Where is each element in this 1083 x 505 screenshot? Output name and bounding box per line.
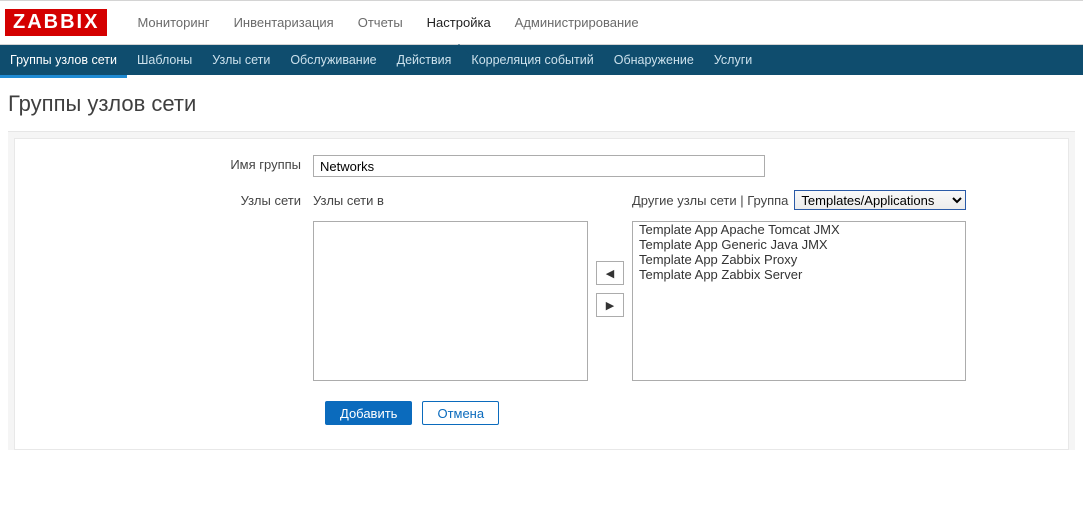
listbox-left[interactable] — [313, 221, 588, 381]
arrow-right-icon: ▶ — [606, 299, 614, 312]
input-group-name[interactable] — [313, 155, 765, 177]
list-item[interactable]: Template App Generic Java JMX — [633, 237, 965, 252]
left-header: Узлы сети в — [313, 191, 588, 209]
label-nodes: Узлы сети — [33, 191, 313, 381]
submenu-templates[interactable]: Шаблоны — [127, 45, 202, 75]
topmenu-reports[interactable]: Отчеты — [346, 1, 415, 44]
arrow-right-button[interactable]: ▶ — [596, 293, 624, 317]
submenu-maintenance[interactable]: Обслуживание — [280, 45, 386, 75]
sub-menu: Группы узлов сети Шаблоны Узлы сети Обсл… — [0, 45, 1083, 75]
page-title: Группы узлов сети — [0, 75, 1083, 131]
listbox-right[interactable]: Template App Apache Tomcat JMX Template … — [632, 221, 966, 381]
label-group-name: Имя группы — [33, 155, 313, 177]
cancel-button[interactable]: Отмена — [422, 401, 499, 425]
logo: ZABBIX — [5, 9, 107, 36]
topmenu-inventory[interactable]: Инвентаризация — [222, 1, 346, 44]
right-header: Другие узлы сети | Группа Templates/Appl… — [632, 191, 966, 209]
col-right: Другие узлы сети | Группа Templates/Appl… — [632, 191, 966, 381]
content-wrap: Имя группы Узлы сети Узлы сети в ◀ — [8, 131, 1075, 450]
list-item[interactable]: Template App Zabbix Server — [633, 267, 965, 282]
list-item[interactable]: Template App Zabbix Proxy — [633, 252, 965, 267]
submenu-discovery[interactable]: Обнаружение — [604, 45, 704, 75]
right-header-prefix: Другие узлы сети | Группа — [632, 193, 788, 208]
arrow-left-button[interactable]: ◀ — [596, 261, 624, 285]
add-button[interactable]: Добавить — [325, 401, 412, 425]
content-panel: Имя группы Узлы сети Узлы сети в ◀ — [14, 138, 1069, 450]
topbar: ZABBIX Мониторинг Инвентаризация Отчеты … — [0, 0, 1083, 45]
submenu-hosts[interactable]: Узлы сети — [202, 45, 280, 75]
submenu-correlation[interactable]: Корреляция событий — [461, 45, 603, 75]
row-group-name: Имя группы — [33, 155, 1050, 177]
nodes-layout: Узлы сети в ◀ ▶ Другие узлы сети | — [313, 191, 1050, 381]
submenu-hostgroups[interactable]: Группы узлов сети — [0, 45, 127, 78]
col-arrows: ◀ ▶ — [588, 191, 632, 325]
row-nodes: Узлы сети Узлы сети в ◀ ▶ — [33, 191, 1050, 381]
topmenu-monitoring[interactable]: Мониторинг — [125, 1, 221, 44]
arrow-left-icon: ◀ — [606, 267, 614, 280]
topmenu-configuration[interactable]: Настройка — [415, 1, 503, 44]
topmenu-administration[interactable]: Администрирование — [503, 1, 651, 44]
buttons-row: Добавить Отмена — [325, 401, 1050, 425]
col-left: Узлы сети в — [313, 191, 588, 381]
list-item[interactable]: Template App Apache Tomcat JMX — [633, 222, 965, 237]
top-menu: Мониторинг Инвентаризация Отчеты Настрой… — [125, 1, 650, 44]
group-select[interactable]: Templates/Applications — [794, 190, 966, 210]
submenu-services[interactable]: Услуги — [704, 45, 762, 75]
